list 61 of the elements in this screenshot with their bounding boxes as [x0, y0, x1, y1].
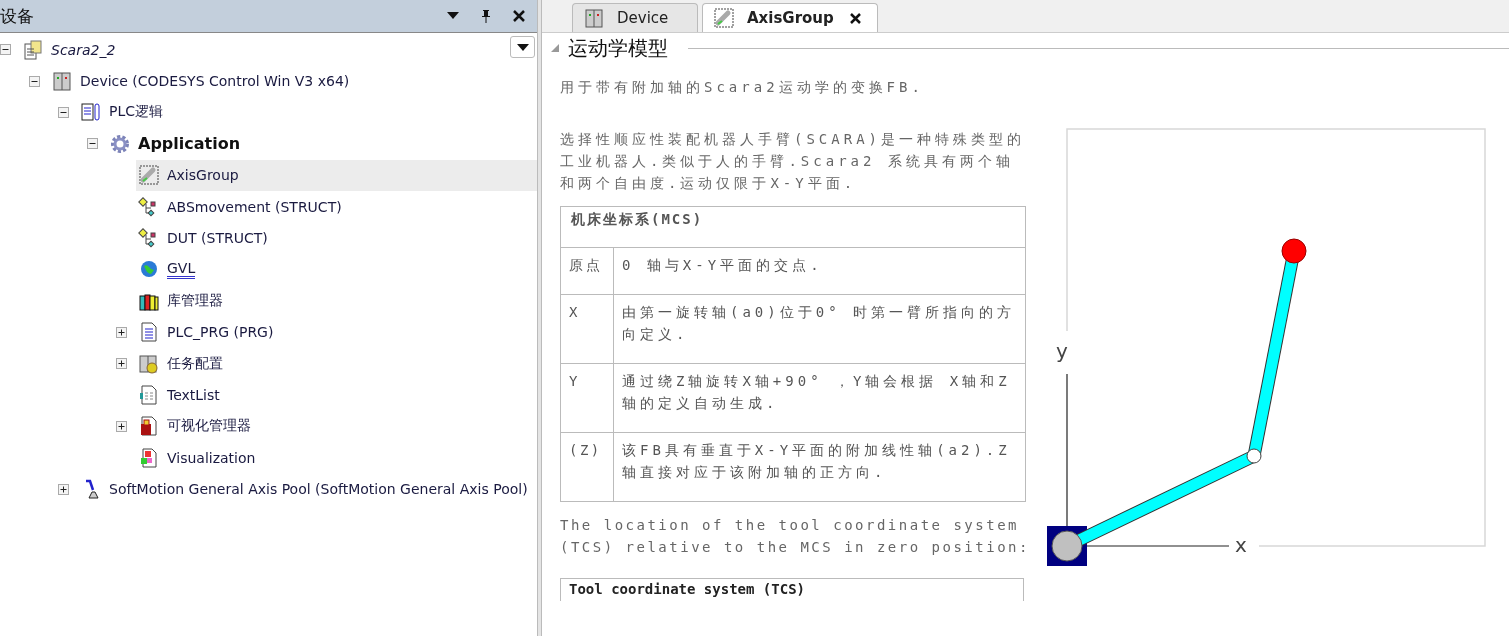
application-icon [109, 132, 131, 155]
tree-item[interactable]: Application [107, 128, 537, 160]
program-icon [138, 321, 160, 344]
dropdown-icon[interactable] [447, 12, 459, 20]
axis-group-icon [713, 7, 735, 29]
dropdown-icon [516, 43, 529, 51]
table-cell: X [560, 294, 614, 364]
tree-item[interactable]: Visualization [136, 442, 537, 474]
tree-item[interactable]: 可视化管理器 [136, 410, 537, 442]
expander-icon[interactable] [116, 326, 127, 338]
tree-item[interactable]: ABSmovement (STRUCT) [136, 191, 537, 223]
device-icon [583, 7, 605, 29]
close-icon[interactable] [513, 10, 525, 22]
table-header: Tool coordinate system (TCS) [560, 578, 1024, 601]
pin-icon[interactable] [481, 9, 491, 23]
table-cell: Y [560, 363, 614, 433]
axis-label: y [1056, 339, 1068, 363]
expander-icon[interactable] [58, 106, 69, 118]
editor-tab[interactable]: AxisGroup [702, 3, 878, 32]
tcs-text: The location of the tool coordinate system (TCS) relative to the MCS in zero position: [560, 516, 1030, 557]
panel-title: 设备 [0, 4, 34, 28]
textlist-icon [138, 384, 160, 406]
expander-icon[interactable] [116, 358, 127, 370]
table-cell: 由第一旋转轴(a0)位于0° 时第一臂所指向的方向定义. [613, 294, 1026, 364]
project-icon [22, 38, 44, 61]
description-text: 选择性顺应性装配机器人手臂(SCARA)是一种特殊类型的工业机器人.类似于人的手臂.Scara2 系统具有两个轴和两个自由度.运动仅限于X-Y平面. [560, 130, 1026, 193]
visu-manager-icon [138, 415, 160, 438]
table-cell: 0 轴与X-Y平面的交点. [613, 247, 1026, 295]
tree-item[interactable]: Scara2_2 [20, 34, 537, 66]
section-title: 运动学模型 [568, 34, 668, 62]
table-header: 机床坐标系(MCS) [560, 206, 1026, 248]
task-icon [138, 352, 160, 375]
table-cell: 通过绕Z轴旋转X轴+90° ，Y轴会根据 X轴和Z轴的定义自动生成. [613, 363, 1026, 433]
expander-icon[interactable] [87, 138, 98, 150]
tree-item[interactable]: AxisGroup [136, 159, 537, 191]
visualization-icon [138, 446, 160, 469]
table-cell: 原点 [560, 247, 614, 295]
close-icon[interactable] [849, 12, 861, 24]
tree-item[interactable]: SoftMotion General Axis Pool (SoftMotion General Axis Pool) [78, 473, 537, 505]
tree-item[interactable]: PLC逻辑 [78, 96, 537, 128]
table-cell: 该FB具有垂直于X-Y平面的附加线性轴(a2).Z轴直接对应于该附加轴的正方向. [613, 432, 1026, 502]
device-icon [51, 70, 73, 93]
tree-item[interactable]: GVL [136, 253, 537, 285]
tree-item[interactable]: 任务配置 [136, 348, 537, 380]
expander-icon[interactable] [29, 75, 40, 87]
tree-item[interactable]: 库管理器 [136, 285, 537, 317]
expander-icon[interactable] [0, 44, 11, 56]
axis-label: x [1235, 533, 1247, 557]
expander-icon[interactable] [116, 420, 127, 432]
table-cell: (Z) [560, 432, 614, 502]
editor-tab[interactable]: Device [572, 3, 698, 32]
axis-group-icon [138, 164, 160, 187]
plc-logic-icon [80, 101, 102, 124]
tree-item[interactable]: Device (CODESYS Control Win V3 x64) [49, 65, 537, 97]
tree-item[interactable]: PLC_PRG (PRG) [136, 316, 537, 348]
tree-item[interactable]: DUT (STRUCT) [136, 222, 537, 254]
intro-text: 用于带有附加轴的Scara2运动学的变换FB. [560, 78, 925, 97]
tree-item[interactable]: TextList [136, 379, 537, 411]
dropdown-button[interactable] [510, 36, 535, 58]
expander-icon[interactable] [58, 483, 69, 495]
collapse-icon[interactable] [550, 43, 560, 53]
